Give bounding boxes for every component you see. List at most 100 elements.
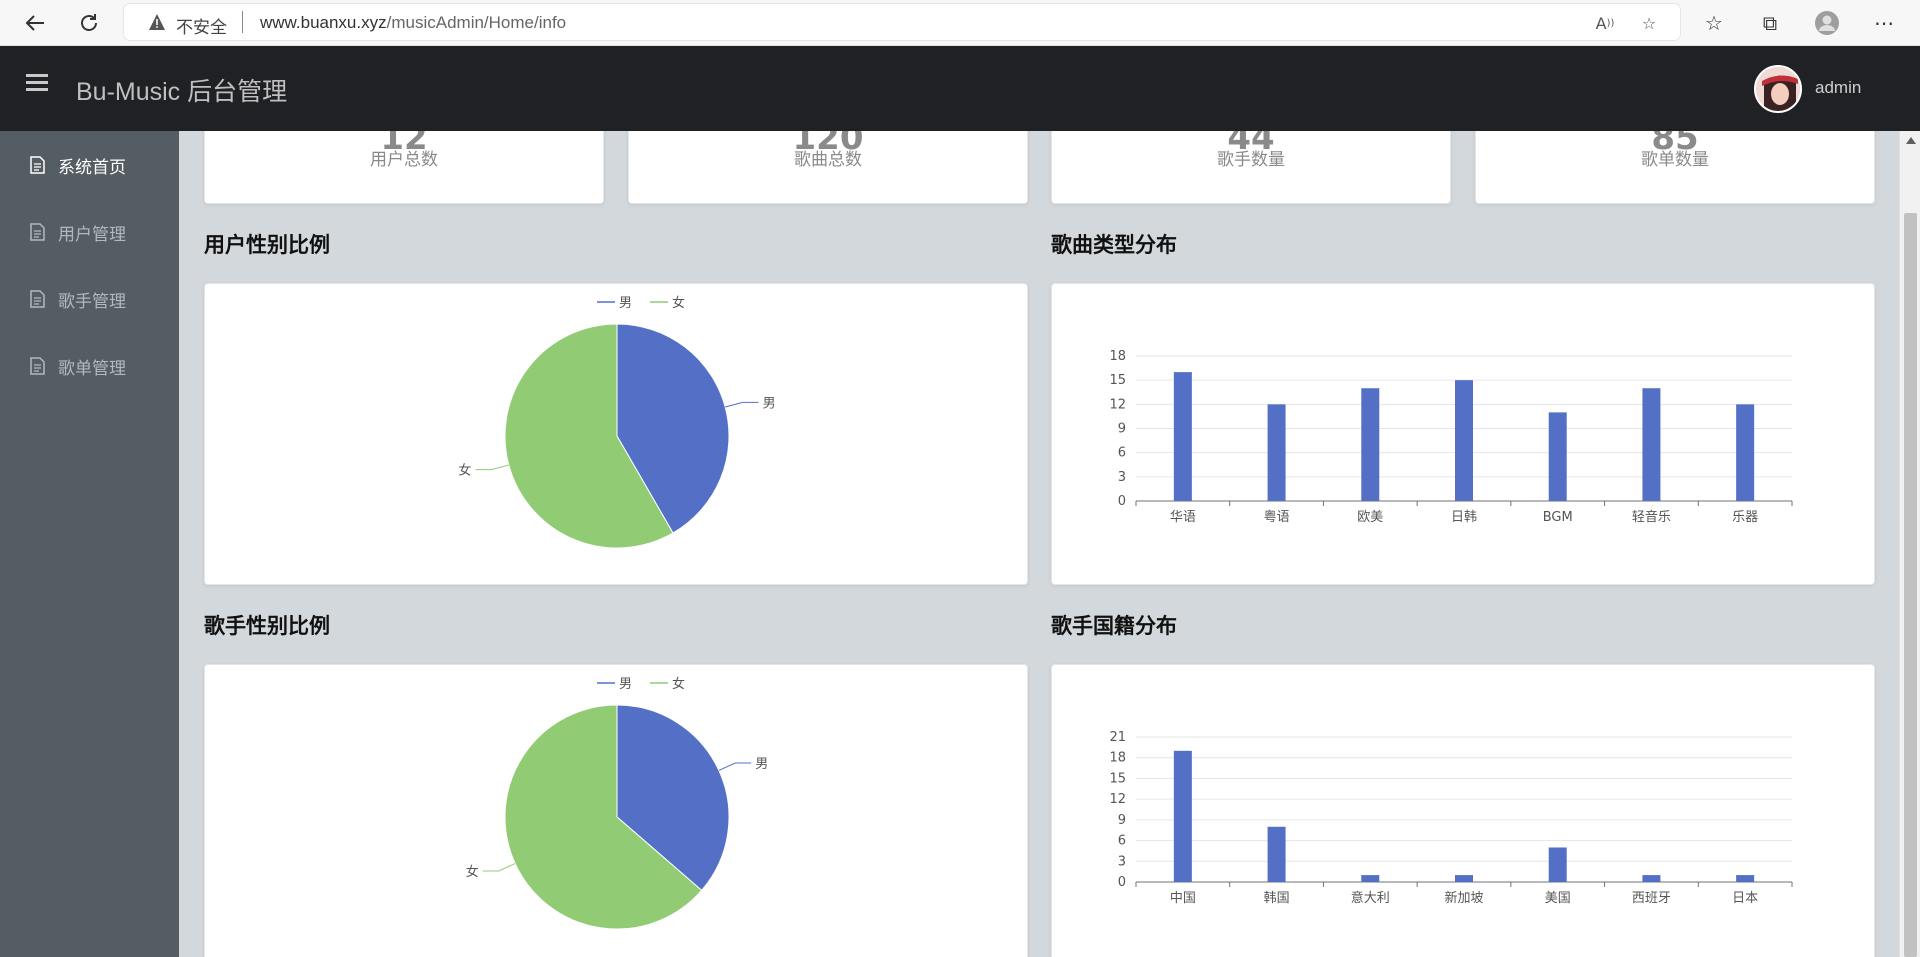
browser-toolbar: 不安全 www.buanxu.xyz/musicAdmin/Home/info … [0, 0, 1920, 46]
chart-panel-user-gender: 男女男女 [204, 283, 1028, 585]
bar [1642, 875, 1661, 882]
read-aloud-icon[interactable]: A)) [1594, 12, 1616, 34]
pie-label-line [725, 401, 759, 408]
y-tick-label: 12 [1109, 397, 1126, 412]
y-tick-label: 3 [1118, 854, 1126, 869]
favorites-icon[interactable]: ☆ [1700, 9, 1728, 37]
stat-label: 用户总数 [370, 150, 438, 170]
app-header: Bu-Music 后台管理 admin [0, 46, 1920, 131]
stat-card-songs: 120 歌曲总数 [628, 131, 1028, 204]
y-tick-label: 15 [1109, 771, 1126, 786]
bar [1455, 875, 1473, 882]
section-title-song-type: 歌曲类型分布 [1051, 233, 1177, 257]
x-tick-label: BGM [1543, 510, 1573, 525]
bar-chart-singer-country[interactable]: 0 3 6 9 12 15 18 21 中国 韩国 意大利 新加坡 美国 西班牙 日本 [1052, 665, 1876, 957]
x-tick-label: 轻音乐 [1632, 509, 1671, 525]
main-content: 12 用户总数 120 歌曲总数 44 歌手数量 85 歌单数量 用户性别比例 … [179, 131, 1899, 957]
document-icon [30, 223, 45, 241]
pie-label-line [482, 863, 516, 872]
stat-label: 歌手数量 [1217, 150, 1285, 170]
x-tick-label: 中国 [1170, 891, 1196, 906]
y-tick-label: 9 [1118, 422, 1126, 437]
pie-chart-singer-gender[interactable]: 男女男女 [205, 665, 1029, 957]
legend-label: 女 [672, 295, 685, 311]
document-icon [30, 290, 45, 308]
x-tick-label: 华语 [1170, 510, 1196, 525]
legend-label: 女 [672, 676, 685, 692]
x-tick-label: 日本 [1732, 891, 1758, 906]
sidebar-item-playlists[interactable]: 歌单管理 [0, 341, 179, 391]
pie-label-line [718, 762, 752, 771]
chart-panel-singer-country: 0 3 6 9 12 15 18 21 中国 韩国 意大利 新加坡 美国 西班牙 日本 [1051, 664, 1875, 957]
scroll-thumb[interactable] [1904, 213, 1917, 957]
bar [1361, 388, 1380, 501]
address-divider [242, 11, 243, 33]
url-text[interactable]: www.buanxu.xyz/musicAdmin/Home/info [260, 13, 566, 33]
sidebar-item-singers[interactable]: 歌手管理 [0, 274, 179, 324]
refresh-icon[interactable] [74, 9, 104, 37]
insecure-label: 不安全 [176, 18, 227, 38]
url-path: /musicAdmin/Home/info [386, 13, 567, 32]
profile-icon[interactable] [1813, 9, 1841, 37]
menu-toggle-icon[interactable] [26, 74, 48, 94]
stat-card-users: 12 用户总数 [204, 131, 604, 204]
url-host: www.buanxu.xyz [260, 13, 387, 32]
bar [1267, 826, 1286, 882]
favorite-add-icon[interactable]: ☆ [1638, 12, 1660, 34]
y-tick-label: 6 [1118, 446, 1126, 461]
pie-chart-user-gender[interactable]: 男女男女 [205, 284, 1029, 586]
y-tick-label: 0 [1118, 494, 1126, 509]
sidebar-item-label: 系统首页 [58, 157, 126, 178]
bar [1173, 372, 1192, 501]
section-title-singer-country: 歌手国籍分布 [1051, 614, 1177, 638]
document-icon [30, 156, 45, 174]
y-tick-label: 21 [1109, 730, 1126, 745]
collections-icon[interactable]: ⧉ [1756, 9, 1784, 37]
x-tick-label: 粤语 [1264, 509, 1290, 525]
bar [1736, 875, 1755, 882]
bar-chart-song-type[interactable]: 0 3 6 9 12 15 18 华语 粤语 欧美 日韩 BGM 轻音乐 乐器 [1052, 284, 1876, 586]
avatar[interactable] [1754, 65, 1802, 113]
sidebar-item-label: 歌手管理 [58, 291, 126, 312]
sidebar-item-users[interactable]: 用户管理 [0, 207, 179, 257]
pie-label: 男 [763, 396, 776, 411]
document-icon [30, 357, 45, 375]
legend-label: 男 [619, 296, 632, 311]
pie-label: 女 [466, 864, 479, 880]
stat-card-singers: 44 歌手数量 [1051, 131, 1451, 204]
sidebar: 系统首页 用户管理 歌手管理 歌单管理 [0, 131, 179, 957]
bar [1548, 847, 1567, 882]
x-tick-label: 日韩 [1451, 510, 1477, 525]
user-name[interactable]: admin [1815, 78, 1861, 98]
sidebar-item-label: 歌单管理 [58, 358, 126, 379]
stat-card-playlists: 85 歌单数量 [1475, 131, 1875, 204]
more-options-icon[interactable]: ⋯ [1870, 9, 1898, 37]
y-tick-label: 9 [1118, 813, 1126, 828]
bar [1642, 388, 1661, 501]
section-title-user-gender: 用户性别比例 [204, 233, 330, 257]
warning-icon [148, 13, 166, 31]
pie-label: 男 [755, 757, 768, 772]
scrollbar[interactable] [1899, 131, 1920, 957]
address-bar[interactable]: 不安全 www.buanxu.xyz/musicAdmin/Home/info … [124, 4, 1680, 40]
sidebar-item-label: 用户管理 [58, 224, 126, 245]
pie-label: 女 [458, 463, 471, 479]
y-tick-label: 18 [1109, 349, 1126, 364]
y-tick-label: 0 [1118, 875, 1126, 890]
sidebar-item-home[interactable]: 系统首页 [0, 140, 179, 190]
section-title-singer-gender: 歌手性别比例 [204, 614, 330, 638]
bar [1548, 412, 1567, 501]
scroll-up-arrow[interactable] [1906, 137, 1916, 144]
y-tick-label: 3 [1118, 470, 1126, 485]
x-tick-label: 乐器 [1732, 510, 1758, 525]
x-tick-label: 意大利 [1351, 890, 1390, 906]
bar [1173, 750, 1192, 882]
x-tick-label: 韩国 [1264, 891, 1290, 906]
bar [1361, 875, 1380, 882]
y-tick-label: 12 [1109, 792, 1126, 807]
x-tick-label: 美国 [1545, 891, 1571, 906]
stat-label: 歌曲总数 [794, 150, 862, 170]
y-tick-label: 18 [1109, 751, 1126, 766]
y-tick-label: 15 [1109, 373, 1126, 388]
back-icon[interactable] [20, 9, 50, 37]
